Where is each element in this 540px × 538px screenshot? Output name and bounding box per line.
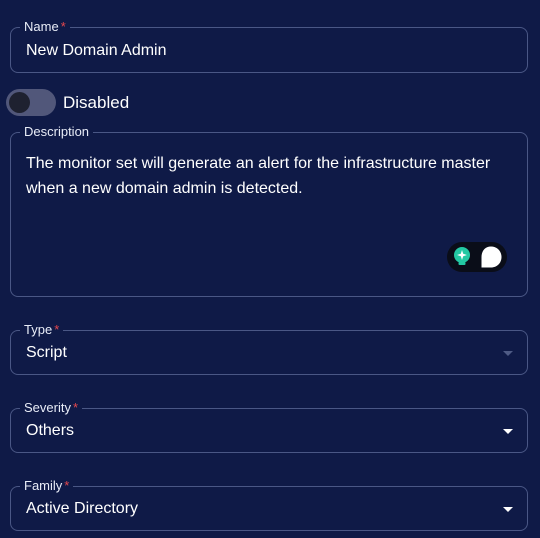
chevron-down-icon[interactable] xyxy=(503,429,513,434)
status-toggle[interactable] xyxy=(6,89,56,116)
name-field[interactable]: Name * New Domain Admin xyxy=(10,19,528,73)
required-mark: * xyxy=(72,400,79,415)
description-label: Description xyxy=(20,124,94,140)
description-field[interactable]: Description The monitor set will generat… xyxy=(10,124,528,297)
family-select[interactable]: Family * Active Directory xyxy=(10,478,528,531)
chat-bubble-icon xyxy=(481,246,502,268)
family-label: Family * xyxy=(20,478,74,494)
required-mark: * xyxy=(54,322,60,337)
description-textarea[interactable]: The monitor set will generate an alert f… xyxy=(26,151,516,201)
severity-label: Severity * xyxy=(20,400,83,416)
chevron-down-icon xyxy=(503,351,513,356)
chevron-down-icon[interactable] xyxy=(503,507,513,512)
severity-select[interactable]: Severity * Others xyxy=(10,400,528,453)
family-value: Active Directory xyxy=(26,500,139,517)
monitor-set-form: Name * New Domain Admin Disabled Descript… xyxy=(0,0,540,538)
type-select[interactable]: Type * Script xyxy=(10,322,528,375)
status-toggle-label: Disabled xyxy=(63,93,130,112)
name-label: Name * xyxy=(20,19,70,35)
ai-assistant-button[interactable] xyxy=(447,242,507,272)
required-mark: * xyxy=(64,478,70,493)
toggle-knob xyxy=(9,92,30,113)
severity-value: Others xyxy=(26,422,75,439)
lightbulb-sparkle-icon xyxy=(454,247,470,265)
type-value: Script xyxy=(26,344,67,361)
type-label: Type * xyxy=(20,322,64,338)
required-mark: * xyxy=(60,19,66,34)
name-input[interactable]: New Domain Admin xyxy=(26,42,167,60)
